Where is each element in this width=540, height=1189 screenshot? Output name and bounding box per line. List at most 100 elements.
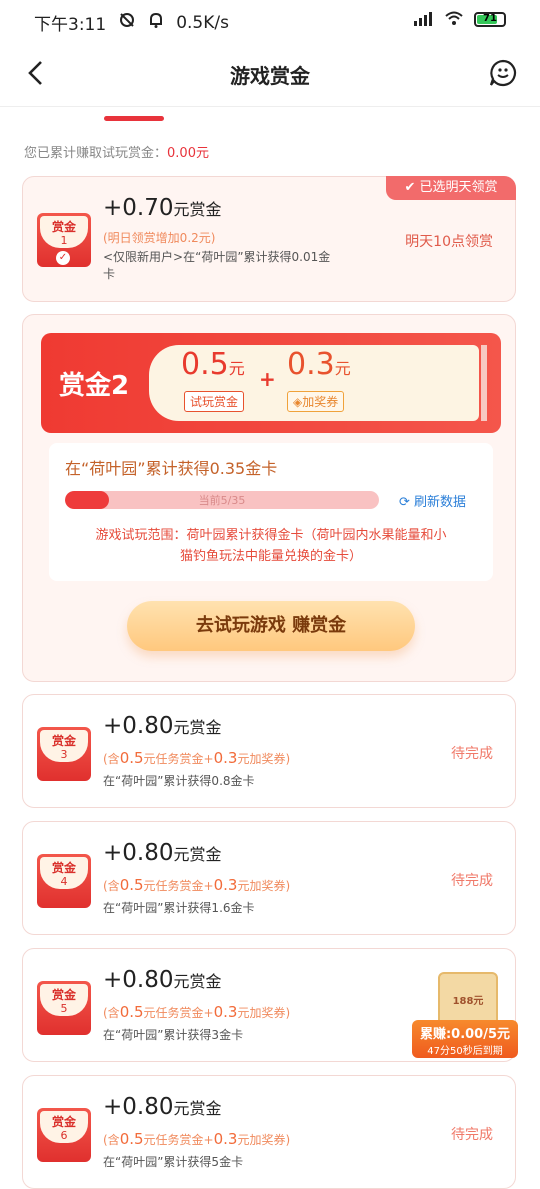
reward-banner: 赏金2 0.5元 + 0.3元 试玩赏金 ◈加奖券 [41, 333, 501, 433]
check-icon: ✓ [56, 251, 70, 265]
battery-level: 71 [483, 13, 497, 24]
cash-label-pill: 试玩赏金 [184, 391, 245, 412]
reward-amount: +0.80元赏金 [103, 840, 222, 866]
badge-number: 1 [60, 234, 68, 247]
signal-icon [412, 10, 434, 29]
wifi-icon [444, 10, 464, 29]
reward-amount: +0.80元赏金 [103, 713, 222, 739]
coupon-unit: 元 [334, 359, 351, 378]
banner-name: 赏金2 [59, 371, 130, 401]
reward-card-1[interactable]: ✔ 已选明天领赏 赏金 1 ✓ +0.70元赏金 (明日领赏增加0.2元) <仅限… [22, 176, 516, 302]
amount-unit: 元赏金 [173, 845, 222, 864]
reward-subline: (含0.5元任务赏金+0.3元加奖券) [103, 876, 291, 894]
refresh-label: 刷新数据 [414, 495, 467, 510]
refresh-data-button[interactable]: ⟳ 刷新数据 [399, 491, 466, 510]
reward-card-4[interactable]: 赏金 4 +0.80元赏金 (含0.5元任务赏金+0.3元加奖券) 在“荷叶园”… [22, 821, 516, 935]
floating-promo[interactable]: 188元 累赚:0.00/5元 47分50秒后到期 [412, 972, 518, 1058]
badge-label: 赏金 [51, 220, 76, 234]
reward-status: 待完成 [451, 873, 493, 889]
coupon-amount: 0.3元 [287, 347, 351, 382]
cash-unit: 元 [228, 359, 245, 378]
progress-text: 当前5/35 [198, 494, 246, 507]
amount-unit: 元赏金 [173, 1099, 222, 1118]
desc-line-1: <仅限新用户>在“荷叶园”累计获得0.01金 [103, 250, 331, 264]
badge-number: 6 [60, 1129, 68, 1142]
reward-subline: (明日领赏增加0.2元) [103, 231, 216, 245]
coupon-label: 加奖券 [302, 395, 339, 409]
reward-amount: +0.70元赏金 [103, 195, 222, 221]
reward-subline: (含0.5元任务赏金+0.3元加奖券) [103, 1130, 291, 1148]
reward-subline: (含0.5元任务赏金+0.3元加奖券) [103, 749, 291, 767]
earned-summary: 您已累计赚取试玩赏金：0.00元 [24, 142, 209, 161]
red-envelope-icon: 赏金 1 ✓ [37, 213, 91, 267]
play-game-button[interactable]: 去试玩游戏 赚赏金 [127, 601, 415, 651]
reward-description: 在“荷叶园”累计获得3金卡 [103, 1028, 244, 1042]
reward-status: 待完成 [451, 746, 493, 762]
promo-band: 累赚:0.00/5元 47分50秒后到期 [412, 1020, 518, 1058]
amount-value: +0.70 [103, 195, 174, 221]
status-bar: 下午3:11 0.5K/s 71 [0, 0, 540, 44]
task-goal: 在“荷叶园”累计获得0.35金卡 [65, 459, 278, 478]
red-envelope-icon: 赏金 6 [37, 1108, 91, 1162]
page-title: 游戏赏金 [230, 64, 310, 88]
nav-bar: 游戏赏金 [0, 44, 540, 106]
coupon-label-pill: ◈加奖券 [287, 391, 345, 412]
reward-card-2: 赏金2 0.5元 + 0.3元 试玩赏金 ◈加奖券 在“荷叶园”累计获得0.35… [22, 314, 516, 682]
selected-tag-label: 已选明天领赏 [419, 180, 498, 195]
badge-label: 赏金 [51, 1115, 76, 1129]
reward-description: <仅限新用户>在“荷叶园”累计获得0.01金卡 [103, 249, 330, 283]
battery-icon: 71 [474, 12, 506, 27]
red-envelope-icon: 赏金 4 [37, 854, 91, 908]
ticket-icon: ◈ [293, 395, 303, 409]
range-line-1: 游戏试玩范围：荷叶园累计获得金卡（荷叶园内水果能量和小 [95, 528, 447, 543]
progress-bar: 当前5/35 [65, 491, 379, 509]
refresh-icon: ⟳ [399, 495, 410, 510]
badge-number: 5 [60, 1002, 68, 1015]
amount-unit: 元赏金 [173, 972, 222, 991]
chat-bubble-icon [489, 59, 517, 87]
amount-unit: 元赏金 [173, 200, 222, 219]
promo-countdown: 47分50秒后到期 [427, 1046, 503, 1057]
range-line-2: 猫钓鱼玩法中能量兑换的金卡） [179, 549, 362, 564]
badge-number: 3 [60, 748, 68, 761]
coupon-value: 0.3 [287, 347, 335, 382]
amount-value: +0.80 [103, 840, 174, 866]
badge-label: 赏金 [51, 861, 76, 875]
earned-label: 您已累计赚取试玩赏金： [24, 146, 168, 161]
reward-amount: +0.80元赏金 [103, 1094, 222, 1120]
reward-amount: +0.80元赏金 [103, 967, 222, 993]
badge-label: 赏金 [51, 734, 76, 748]
dnd-icon [118, 11, 136, 34]
amount-value: +0.80 [103, 967, 174, 993]
tab-indicator [104, 116, 164, 121]
amount-value: +0.80 [103, 713, 174, 739]
reward-description: 在“荷叶园”累计获得1.6金卡 [103, 901, 255, 915]
reward-card-6[interactable]: 赏金 6 +0.80元赏金 (含0.5元任务赏金+0.3元加奖券) 在“荷叶园”… [22, 1075, 516, 1189]
bell-icon [148, 11, 164, 34]
divider [0, 106, 540, 107]
status-time: 下午3:11 [34, 15, 107, 35]
red-envelope-icon: 赏金 5 [37, 981, 91, 1035]
reward-description: 在“荷叶园”累计获得5金卡 [103, 1155, 244, 1169]
plus-sign: + [259, 367, 276, 391]
desc-line-2: 卡 [103, 267, 116, 281]
reward-status: 待完成 [451, 1127, 493, 1143]
reward-status: 明天10点领赏 [405, 234, 493, 250]
promo-earned: 累赚:0.00/5元 [419, 1027, 511, 1042]
cash-value: 0.5 [181, 347, 229, 382]
play-range-note: 游戏试玩范围：荷叶园累计获得金卡（荷叶园内水果能量和小 猫钓鱼玩法中能量兑换的金卡… [65, 525, 477, 567]
selected-tomorrow-tag: ✔ 已选明天领赏 [386, 176, 516, 200]
check-icon: ✔ [404, 180, 416, 195]
red-envelope-icon: 赏金 3 [37, 727, 91, 781]
badge-label: 赏金 [51, 988, 76, 1002]
cash-amount: 0.5元 [181, 347, 245, 382]
amount-value: +0.80 [103, 1094, 174, 1120]
badge-number: 4 [60, 875, 68, 888]
task-panel: 在“荷叶园”累计获得0.35金卡 当前5/35 ⟳ 刷新数据 游戏试玩范围：荷叶… [49, 443, 493, 581]
network-speed: 0.5K/s [176, 12, 229, 33]
amount-unit: 元赏金 [173, 718, 222, 737]
chat-button[interactable] [488, 58, 518, 88]
reward-description: 在“荷叶园”累计获得0.8金卡 [103, 774, 255, 788]
ticket-value: 188元 [452, 996, 484, 1007]
reward-card-3[interactable]: 赏金 3 +0.80元赏金 (含0.5元任务赏金+0.3元加奖券) 在“荷叶园”… [22, 694, 516, 808]
